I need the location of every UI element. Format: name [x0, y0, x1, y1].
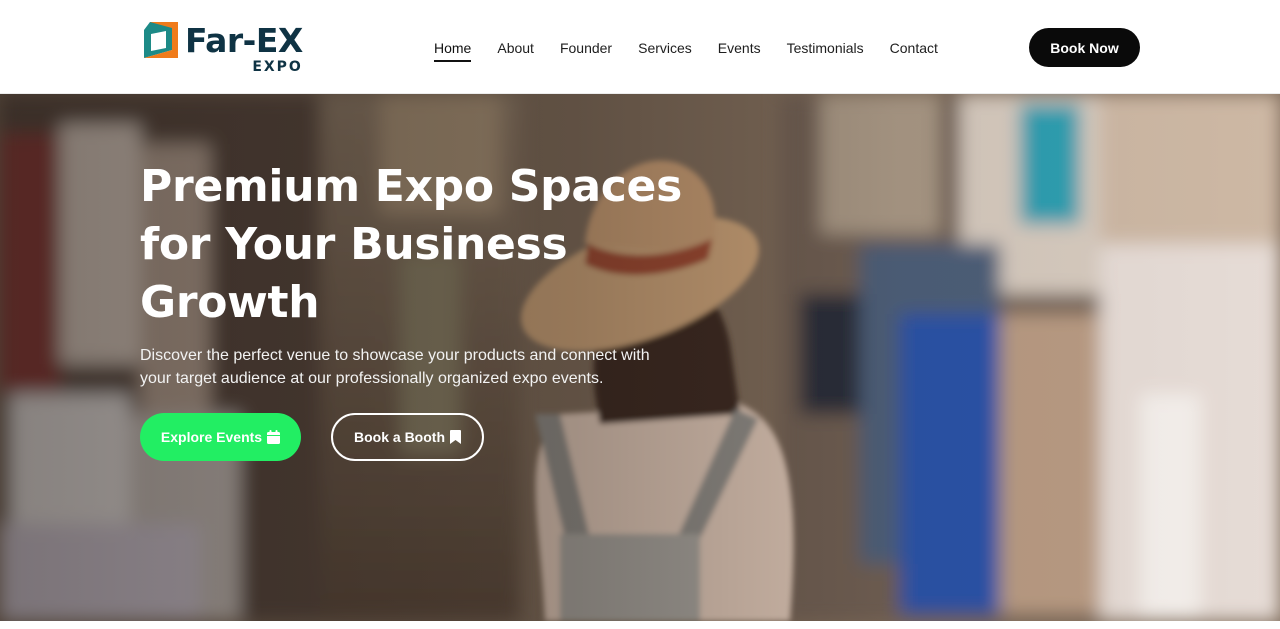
main-nav: Home About Founder Services Events Testi… [434, 38, 964, 62]
nav-home[interactable]: Home [434, 38, 472, 62]
logo-mark-icon [144, 22, 178, 58]
nav-about[interactable]: About [497, 38, 534, 58]
nav-testimonials[interactable]: Testimonials [787, 38, 864, 58]
brand-subtitle: EXPO [252, 59, 303, 75]
explore-events-button[interactable]: Explore Events [140, 413, 301, 461]
section-divider [0, 621, 1280, 629]
brand-logo[interactable]: Far-EX EXPO [144, 21, 303, 75]
book-booth-button[interactable]: Book a Booth [331, 413, 484, 461]
bookmark-icon [450, 430, 461, 444]
hero-description: Discover the perfect venue to showcase y… [140, 347, 650, 387]
book-booth-label: Book a Booth [354, 429, 445, 445]
nav-events[interactable]: Events [718, 38, 761, 58]
nav-services[interactable]: Services [638, 38, 692, 58]
hero-section: Premium Expo Spaces for Your Business Gr… [0, 94, 1280, 621]
nav-contact[interactable]: Contact [890, 38, 938, 58]
calendar-icon [267, 430, 281, 444]
nav-founder[interactable]: Founder [560, 38, 612, 58]
brand-name: Far-EX [185, 21, 303, 60]
site-header: Far-EX EXPO Home About Founder Services … [0, 0, 1280, 94]
hero-title: Premium Expo Spaces for Your Business Gr… [140, 161, 682, 328]
explore-events-label: Explore Events [160, 429, 263, 445]
book-now-button[interactable]: Book Now [1029, 28, 1140, 67]
